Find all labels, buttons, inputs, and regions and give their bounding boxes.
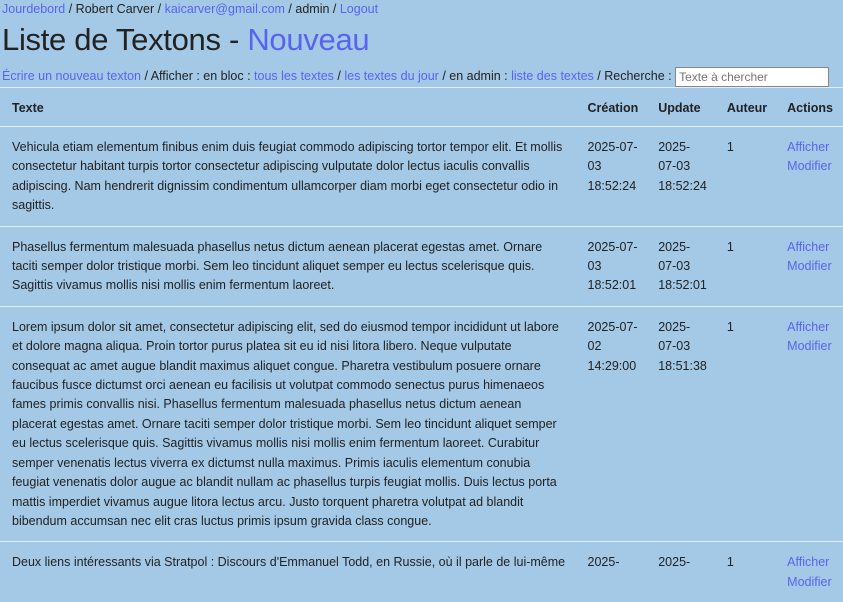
title-text: Liste de Textons: [2, 22, 221, 57]
logout-link[interactable]: Logout: [340, 2, 378, 16]
afficher-link[interactable]: Afficher: [787, 553, 833, 572]
admin-label: / en admin :: [438, 69, 512, 83]
texte-cell: Lorem ipsum dolor sit amet, consectetur …: [0, 305, 578, 542]
update-cell: 2025-07-03 18:52:01: [648, 225, 717, 307]
auteur-cell: 1: [716, 126, 778, 227]
afficher-label: / Afficher : en bloc :: [140, 69, 255, 83]
auteur-cell: 1: [716, 305, 778, 542]
creation-cell: 2025-07-03 18:52:01: [577, 225, 649, 307]
email-link[interactable]: kaicarver@gmail.com: [165, 2, 285, 16]
modifier-link[interactable]: Modifier: [787, 337, 833, 356]
auteur-cell: 1: [716, 541, 778, 602]
actions-cell: Afficher Modifier: [777, 305, 843, 542]
modifier-link[interactable]: Modifier: [787, 257, 833, 276]
afficher-link[interactable]: Afficher: [787, 138, 833, 157]
update-cell: 2025-: [648, 541, 717, 602]
update-cell: 2025-07-03 18:51:38: [648, 305, 717, 542]
header-texte: Texte: [0, 87, 578, 127]
role-label: admin: [295, 2, 330, 16]
table-row: Phasellus fermentum malesuada phasellus …: [0, 225, 843, 307]
modifier-link[interactable]: Modifier: [787, 157, 833, 176]
update-cell: 2025-07-03 18:52:24: [648, 126, 717, 227]
table-row: Deux liens intéressants via Stratpol : D…: [0, 541, 843, 602]
actions-cell: Afficher Modifier: [777, 225, 843, 307]
creation-cell: 2025-07-02 14:29:00: [577, 305, 649, 542]
title-sep: -: [220, 22, 248, 57]
actions-cell: Afficher Modifier: [777, 541, 843, 602]
header-actions: Actions: [777, 87, 843, 127]
modifier-link[interactable]: Modifier: [787, 573, 833, 592]
header-creation: Création: [577, 87, 649, 127]
list-texts-link[interactable]: liste des textes: [511, 69, 594, 83]
textons-table: Texte Création Update Auteur Actions Veh…: [0, 87, 843, 602]
search-input[interactable]: [675, 66, 830, 87]
header-auteur: Auteur: [716, 87, 778, 127]
table-row: Vehicula etiam elementum finibus enim du…: [0, 126, 843, 227]
table-row: Lorem ipsum dolor sit amet, consectetur …: [0, 305, 843, 542]
table-header: Texte Création Update Auteur Actions: [0, 87, 843, 127]
new-link[interactable]: Nouveau: [247, 22, 369, 57]
user-name: Robert Carver: [75, 2, 155, 16]
today-texts-link[interactable]: les textes du jour: [344, 69, 439, 83]
creation-cell: 2025-: [577, 541, 649, 602]
afficher-link[interactable]: Afficher: [787, 318, 833, 337]
texte-cell: Vehicula etiam elementum finibus enim du…: [0, 126, 578, 227]
sep: /: [333, 69, 345, 83]
write-link[interactable]: Écrire un nouveau texton: [2, 69, 141, 83]
page-title: Liste de Textons - Nouveau: [2, 22, 370, 58]
toolbar: Écrire un nouveau texton / Afficher : en…: [2, 64, 830, 88]
top-nav: Jourdebord / Robert Carver / kaicarver@g…: [2, 2, 379, 16]
creation-cell: 2025-07-03 18:52:24: [577, 126, 649, 227]
header-update: Update: [648, 87, 717, 127]
texte-cell: Phasellus fermentum malesuada phasellus …: [0, 225, 578, 307]
afficher-link[interactable]: Afficher: [787, 238, 833, 257]
home-link[interactable]: Jourdebord: [2, 2, 65, 16]
texte-cell: Deux liens intéressants via Stratpol : D…: [0, 541, 578, 602]
search-label: / Recherche :: [593, 69, 676, 83]
all-texts-link[interactable]: tous les textes: [254, 69, 334, 83]
auteur-cell: 1: [716, 225, 778, 307]
actions-cell: Afficher Modifier: [777, 126, 843, 227]
